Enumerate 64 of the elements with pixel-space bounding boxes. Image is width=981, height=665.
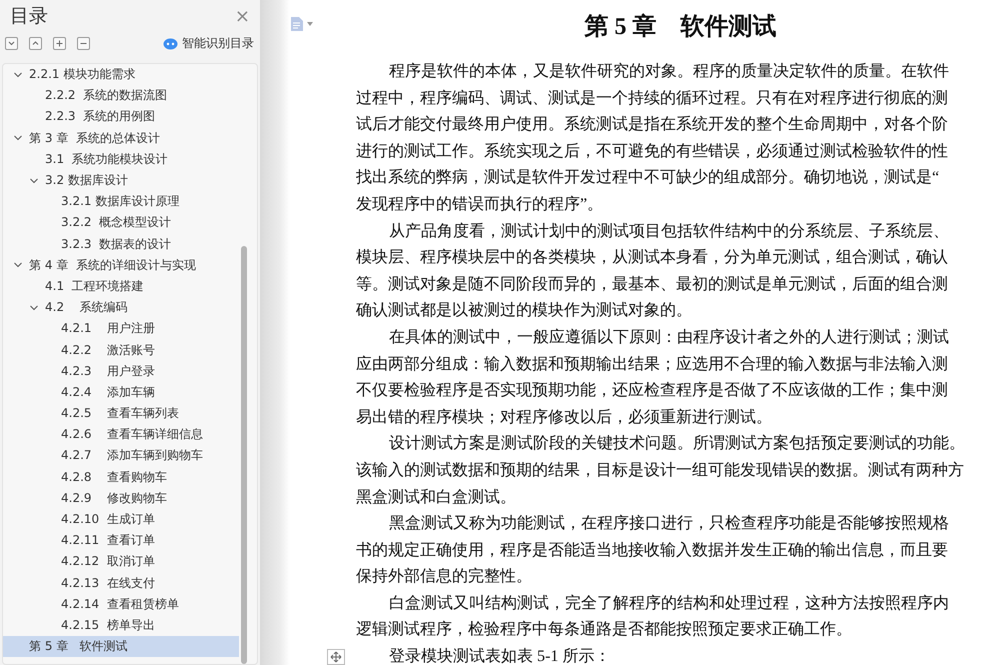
toc-item[interactable]: 3.2.1 数据库设计原理 [3,191,239,212]
toc-item[interactable]: 4.2.2 激活账号 [3,339,239,361]
toc-item[interactable]: 4.2.6 查看车辆详细信息 [3,424,239,446]
body-text-line: 易出错的程序模块；对程序修改以后，必须重新进行测试。 [356,408,773,428]
toc-item[interactable]: 4.2.3 用户登录 [3,360,239,382]
body-text-line: 逻辑测试程序，检验程序中每条通路是否都能按照预定要求正确工作。 [356,620,853,640]
body-text-line: 不仅要检验程序是否实现预期功能，还应检查程序是否做了不应该做的工作；集中测 [356,380,949,402]
body-text-line: 确认测试都是以被测过的模块作为测试对象的。 [356,300,693,322]
move-handle-icon[interactable] [327,649,345,665]
body-text-line: 过程中，程序编码、调试、测试是一个持续的循环过程。只有在对程序进行彻底的测 [356,88,949,109]
toc-item[interactable]: 第 3 章 系统的总体设计 [3,128,239,149]
toc-item[interactable]: 第 4 章 系统的详细设计与实现 [3,254,239,276]
toc-item[interactable]: 2.2.3 系统的用例图 [3,106,239,128]
body-text-line: 设计测试方案是测试阶段的关键技术问题。所谓测试方案包括预定要测试的功能。 [388,433,965,454]
chevron-down-icon[interactable] [29,176,39,186]
toc-item[interactable]: 4.2.14 查看租赁榜单 [3,594,239,615]
body-text-line: 书的规定正确使用，程序是否能适当地接收输入数据并发生正确的输出信息，而且要 [356,540,949,561]
caret-icon[interactable] [307,22,313,26]
toc-item[interactable]: 3.1 系统功能模块设计 [3,148,239,170]
toc-item[interactable]: 4.2.4 添加车辆 [3,382,239,403]
body-text-line: 找出系统的弊病，测试是软件开发过程中不可缺少的组成部分。确切地说，测试是“ [356,168,940,188]
toc-item[interactable]: 4.2.10 生成订单 [3,508,239,530]
body-text-line: 保持外部信息的完整性。 [356,566,533,588]
body-text-line: 黑盒测试和白盒测试。 [356,488,517,508]
toc-item[interactable]: 3.2.3 数据表的设计 [3,234,239,255]
smart-toc-button[interactable]: 智能识别目录 [163,34,254,52]
toc-item[interactable]: 4.2.15 榜单导出 [3,614,239,636]
toc-item[interactable]: 4.2.12 取消订单 [3,551,239,572]
toc-item[interactable]: 4.2 系统编码 [3,297,239,318]
panel-title: 目录 [10,4,48,29]
body-text-line: 该输入的测试数据和预期的结果，目标是设计一组可能发现错误的数据。测试有两种方 [356,460,965,481]
body-text-line: 应由两部分组成：输入数据和预期输出结果；应选用不合理的输入数据与非法输入测 [356,354,949,375]
body-text-line: 从产品角度看，测试计划中的测试项目包括软件结构中的分系统层、子系统层、 [388,222,950,242]
body-text-line: 发现程序中的错误而执行的程序”。 [356,194,604,215]
toc-item[interactable]: 4.2.13 在线支付 [3,572,239,594]
body-text-line: 程序是软件的本体，又是软件研究的对象。程序的质量决定软件的质量。在软件 [388,62,950,82]
add-level-button[interactable] [53,36,66,50]
body-text-line: 黑盒测试又称为功能测试，在程序接口进行，只检查程序功能是否能够按照规格 [388,514,950,534]
body-text-line: 白盒测试又叫结构测试，完全了解程序的结构和处理过程，这种方法按照程序内 [388,594,950,614]
chevron-down-icon[interactable] [29,302,39,313]
toc-item[interactable]: 2.2.2 系统的数据流图 [3,85,239,106]
toc-item[interactable]: 3.2 数据库设计 [3,170,239,192]
plus-icon [54,38,65,48]
chevron-down-icon[interactable] [13,70,23,80]
toc-item[interactable]: 4.1 工程环境搭建 [3,276,239,298]
toc-item[interactable]: 4.2.5 查看车辆列表 [3,403,239,424]
toc-item[interactable]: 3.2.2 概念模型设计 [3,212,239,234]
remove-level-button[interactable] [77,36,90,50]
body-text-line: 试后才能交付最终用户使用。系统测试是指在系统开发的整个生命周期中，对各个阶 [356,114,949,136]
expand-up-button[interactable] [29,36,42,50]
body-text-line: 在具体的测试中，一般应遵循以下原则：由程序设计者之外的人进行测试；测试 [388,328,950,348]
toc-item[interactable]: 2.2.1 模块功能需求 [3,64,239,86]
toc-item[interactable]: 4.2.7 添加车辆到购物车 [3,445,239,467]
toc-item[interactable]: 4.2.9 修改购物车 [3,488,239,509]
body-text-line: 模块层、程序模块层中的各类模块，从测试本身看，分为单元测试，组合测试，确认 [356,248,949,268]
body-text-line: 登录模块测试表如表 5-1 所示： [388,646,612,665]
toc-item[interactable]: 第 5 章 软件测试 [3,636,239,658]
toc-item[interactable]: 4.2.8 查看购物车 [3,466,239,488]
toc-item[interactable]: 4.2.1 用户注册 [3,318,239,340]
toc-item[interactable]: 4.2.11 查看订单 [3,530,239,552]
body-text-line: 进行的测试工作。系统实现之后，不可避免的有些错误，必须通过测试检验软件的性 [356,142,949,162]
collapse-all-button[interactable] [5,36,18,50]
body-text-line: 等。测试对象是随不同阶段而异的，最基本、最初的测试是单元测试，后面的组合测 [356,274,949,295]
chapter-title: 第 5 章 软件测试 [584,12,776,42]
